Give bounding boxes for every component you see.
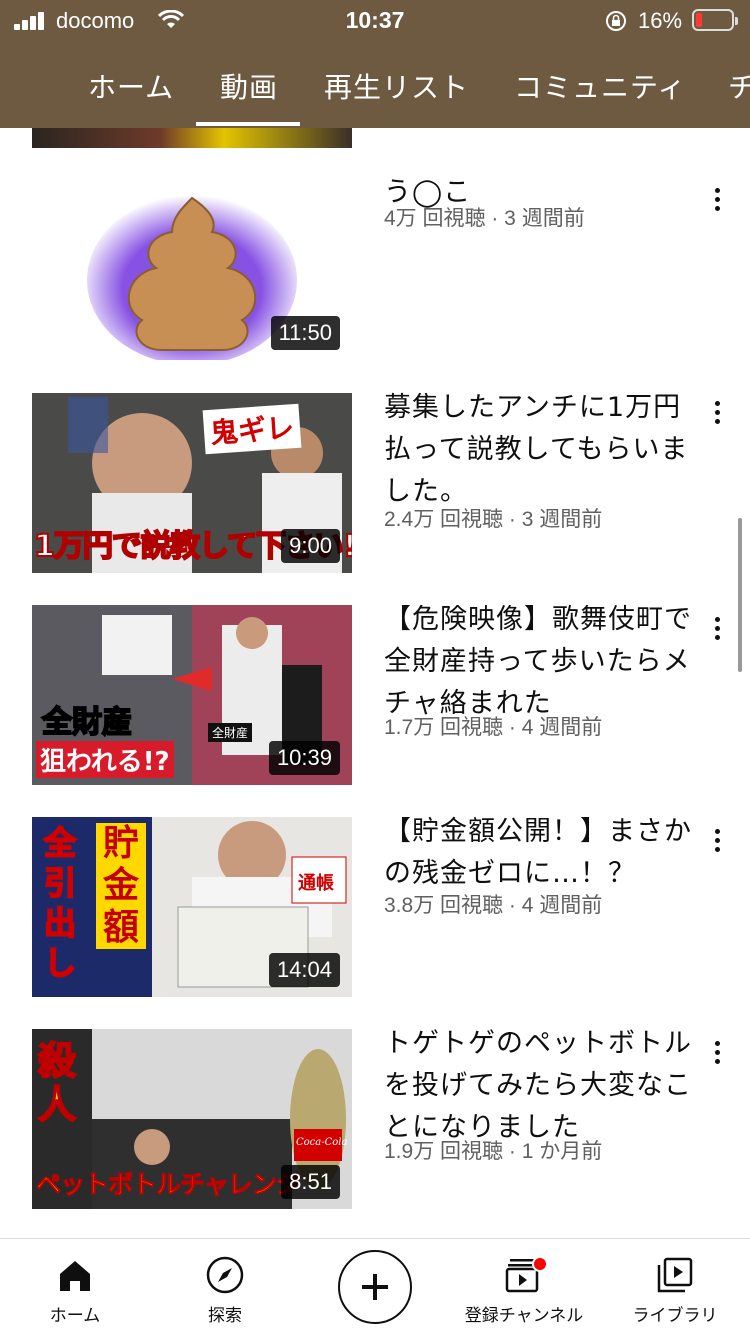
thumb-caption-nerawareru: 狙われる!? (36, 741, 174, 778)
video-title[interactable]: トゲトゲのペットボトルを投げてみたら大変なことになりました (384, 1023, 704, 1149)
thumb-caption-challenge: ペットボトルチャレンジ (36, 1170, 302, 1200)
channel-header: docomo 10:37 16% ホーム 動画 再生リスト コミュニティ チ (0, 0, 750, 128)
tab-community[interactable]: コミュニティ (514, 66, 686, 106)
video-item[interactable]: 全財産 狙われる!? 全財産 10:39 【危険映像】歌舞伎町で全財産持って歩い… (0, 604, 750, 785)
video-duration: 9:00 (281, 529, 340, 563)
video-item[interactable]: 殺人 ペットボトルチャレンジ Coca-Cola 8:51 トゲトゲのペットボト… (0, 1028, 750, 1209)
video-duration: 8:51 (281, 1165, 340, 1199)
tab-playlists[interactable]: 再生リスト (324, 66, 469, 106)
nav-library-label: ライブラリ (632, 1306, 718, 1326)
nav-library[interactable]: ライブラリ (620, 1239, 730, 1334)
thumb-caption-bag: 全財産 (208, 723, 253, 742)
video-duration: 10:39 (268, 741, 340, 775)
thumb-caption-chokingaku: 貯金額 (96, 823, 146, 949)
active-tab-indicator (196, 122, 300, 126)
tab-home[interactable]: ホーム (88, 66, 174, 106)
scrollbar[interactable] (738, 518, 742, 672)
more-options-icon[interactable] (704, 180, 732, 220)
video-title[interactable]: 【貯金額公開！】まさかの残金ゼロに…！？ (384, 811, 704, 895)
video-title[interactable]: 【危険映像】歌舞伎町で全財産持って歩いたらメチャ絡まれた (384, 599, 704, 725)
more-options-icon[interactable] (704, 393, 732, 433)
video-meta: 1.9万 回視聴 · 1 か月前 (384, 1140, 603, 1163)
library-icon (657, 1257, 693, 1293)
thumb-caption-satsujin: 殺人 (37, 1038, 77, 1128)
video-list[interactable]: 11:50 う◯こ 4万 回視聴 · 3 週間前 鬼ギレ 1万円で説教して下さい… (0, 128, 750, 1238)
video-item[interactable]: 鬼ギレ 1万円で説教して下さい! 9:00 募集したアンチに1万円払って説教して… (0, 392, 750, 573)
video-item[interactable]: 11:50 う◯こ 4万 回視聴 · 3 週間前 (0, 177, 750, 360)
rotation-lock-icon (606, 11, 626, 31)
video-duration: 11:50 (270, 316, 340, 350)
tab-videos[interactable]: 動画 (220, 66, 278, 106)
tab-channels[interactable]: チ (728, 66, 750, 106)
more-options-icon[interactable] (704, 1033, 732, 1073)
compass-icon (206, 1256, 244, 1294)
video-meta: 3.8万 回視聴 · 4 週間前 (384, 894, 603, 917)
status-bar: docomo 10:37 16% (0, 0, 750, 44)
video-duration: 14:04 (268, 953, 340, 987)
home-icon (60, 1261, 90, 1291)
bottom-navigation: ホーム 探索 登録チャンネル ライブラリ (0, 1238, 750, 1334)
video-item[interactable]: 全引出し 貯金額 通帳 14:04 【貯金額公開！】まさかの残金ゼロに…！？ 3… (0, 816, 750, 997)
video-thumbnail[interactable]: 11:50 (32, 180, 352, 360)
thumb-caption-onigire: 鬼ギレ (202, 403, 302, 455)
create-plus-icon (362, 1274, 388, 1300)
nav-home-label: ホーム (49, 1306, 101, 1326)
video-meta: 4万 回視聴 · 3 週間前 (384, 207, 585, 230)
more-options-icon[interactable] (704, 821, 732, 861)
nav-explore[interactable]: 探索 (170, 1239, 280, 1334)
video-thumbnail[interactable]: 全引出し 貯金額 通帳 14:04 (32, 817, 352, 997)
create-button[interactable] (338, 1250, 412, 1324)
video-thumbnail[interactable]: 殺人 ペットボトルチャレンジ Coca-Cola 8:51 (32, 1029, 352, 1209)
thumb-caption-zenhikidashi: 全引出し (43, 823, 77, 983)
battery-percentage: 16% (638, 8, 683, 33)
nav-subscriptions-label: 登録チャンネル (464, 1306, 584, 1326)
video-title[interactable]: 募集したアンチに1万円払って説教してもらいました。 (384, 387, 704, 513)
nav-explore-label: 探索 (208, 1306, 242, 1326)
video-thumbnail[interactable]: 鬼ギレ 1万円で説教して下さい! 9:00 (32, 393, 352, 573)
video-meta: 1.7万 回視聴 · 4 週間前 (384, 716, 603, 739)
nav-home[interactable]: ホーム (20, 1239, 130, 1334)
video-meta: 2.4万 回視聴 · 3 週間前 (384, 508, 603, 531)
thumb-caption-zenzaisan: 全財産 (41, 704, 133, 741)
nav-subscriptions[interactable]: 登録チャンネル (454, 1239, 594, 1334)
video-thumbnail-partial[interactable] (32, 128, 352, 148)
channel-tabs: ホーム 動画 再生リスト コミュニティ チ (0, 60, 750, 128)
thumb-caption-brand: Coca-Cola (296, 1137, 348, 1148)
more-options-icon[interactable] (704, 609, 732, 649)
thumb-caption-tsucho: 通帳 (298, 873, 334, 894)
video-thumbnail[interactable]: 全財産 狙われる!? 全財産 10:39 (32, 605, 352, 785)
notification-dot (532, 1256, 548, 1272)
battery-icon (692, 9, 738, 31)
